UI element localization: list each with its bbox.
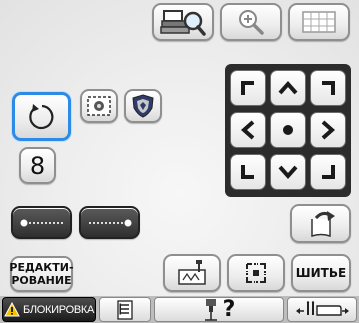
bottom-bar: БЛОКИРОВКА ? (0, 296, 359, 323)
document-icon (117, 299, 133, 320)
zoom-button[interactable] (220, 3, 282, 41)
return-arrow-icon (310, 210, 335, 237)
embroidery-edit-screen: 8 РЕДАКТИ- РОВАНИЕ ШИТЬЕ БЛОКИРОВКА ? (0, 0, 359, 323)
pattern-info-button[interactable] (99, 297, 151, 322)
sequence-button[interactable]: 8 (19, 147, 56, 184)
move-up-right-button[interactable] (310, 70, 346, 106)
embroidery-stitch-icon (178, 260, 206, 285)
frame-trace-icon (246, 263, 266, 283)
frame-check-button[interactable] (152, 3, 214, 41)
rotate-button[interactable] (12, 92, 71, 141)
center-button[interactable] (270, 112, 306, 148)
move-down-left-button[interactable] (230, 154, 266, 190)
center-dot-icon (283, 125, 293, 135)
corner-up-left-icon (241, 81, 254, 95)
edit-label-line2: РОВАНИЕ (11, 274, 72, 287)
lock-label: БЛОКИРОВКА (22, 303, 95, 316)
help-button[interactable]: ? (154, 297, 284, 322)
move-up-button[interactable] (270, 70, 306, 106)
embroidery-frame-search-icon (160, 10, 206, 36)
pattern-select-icon (87, 96, 111, 116)
dotted-line-left-icon (20, 219, 63, 226)
dotted-line-right-icon (88, 219, 131, 226)
rotate-icon (28, 103, 53, 129)
stitch-density-button[interactable] (163, 254, 221, 292)
move-down-right-button[interactable] (310, 154, 346, 190)
needle-icon (204, 298, 217, 321)
help-label: ? (222, 296, 236, 322)
warning-icon (4, 302, 20, 317)
arrow-pad (225, 64, 351, 197)
sew-button[interactable]: ШИТЬЕ (291, 254, 351, 292)
arrow-down-icon (278, 165, 298, 180)
arrow-left-icon (240, 120, 255, 140)
presser-foot-button[interactable] (287, 297, 357, 322)
pattern-select-button[interactable] (80, 89, 118, 123)
sew-label: ШИТЬЕ (295, 266, 347, 280)
lock-button[interactable]: БЛОКИРОВКА (2, 297, 96, 322)
needle-left-button[interactable] (11, 206, 72, 239)
corner-down-left-icon (241, 165, 254, 179)
move-up-left-button[interactable] (230, 70, 266, 106)
arrow-up-icon (278, 80, 298, 95)
move-left-button[interactable] (230, 112, 266, 148)
needle-right-button[interactable] (79, 206, 140, 239)
corner-up-right-icon (322, 81, 335, 95)
trial-button[interactable] (227, 254, 285, 292)
grid-button[interactable] (288, 3, 350, 41)
arrow-right-icon (321, 120, 336, 140)
presser-foot-icon (296, 300, 349, 316)
zoom-in-icon (239, 10, 264, 35)
edit-button[interactable]: РЕДАКТИ- РОВАНИЕ (9, 256, 74, 292)
move-right-button[interactable] (310, 112, 346, 148)
corner-down-right-icon (322, 165, 335, 179)
shield-icon (132, 94, 154, 118)
edit-label-line1: РЕДАКТИ- (9, 261, 74, 274)
move-down-button[interactable] (270, 154, 306, 190)
return-button[interactable] (290, 204, 351, 243)
sequence-label: 8 (29, 151, 46, 180)
grid-icon (302, 11, 336, 33)
emblem-button[interactable] (124, 89, 162, 123)
